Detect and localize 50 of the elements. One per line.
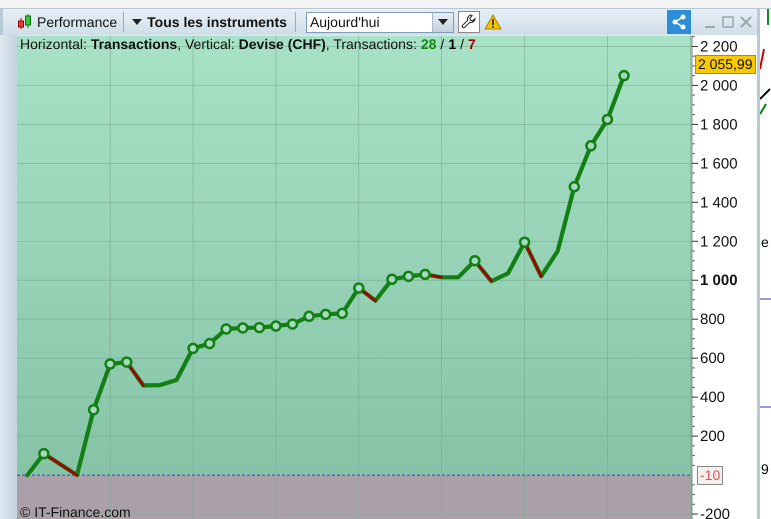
axis-label: 1 400 [700,194,738,212]
point [187,342,199,354]
axis-label: 1 800 [700,116,738,134]
point [270,320,282,332]
point [469,254,481,266]
last-value-tag: 2 055,99 [695,55,756,74]
axis-label: 1 200 [700,233,738,250]
panel-title: Performance [37,14,118,30]
point [568,180,580,192]
period-dropdown[interactable]: Aujourd'hui [306,12,454,32]
point [120,356,132,368]
point [303,310,315,322]
axis-label: 2 000 [700,77,738,94]
transaction-count: 7 [468,36,476,52]
point [518,236,530,248]
legend-separator: / [460,36,464,52]
point [104,358,116,370]
zero-line-tag: -10 [697,466,724,485]
axis-label: 800 [700,311,726,328]
point [336,308,348,320]
window-text: 9 [761,461,769,477]
point [353,282,365,294]
point [320,308,332,320]
axis-label: 200 [700,428,726,446]
point [602,114,614,126]
axis-label: 2 200 [700,38,738,56]
axis-label: 600 [700,350,726,368]
point [419,268,431,280]
point [402,270,414,282]
point [220,323,232,335]
point [204,338,216,350]
point [386,274,398,286]
point [618,70,630,82]
legend-text: Horizontal: Transactions, Vertical: Devise (CHF), Transactions: [20,36,417,52]
point [237,322,249,334]
axis-label: 1 000 [700,272,738,290]
window-text: e [761,234,769,250]
transaction-count: 1 [448,36,456,52]
point [254,322,266,334]
point [38,448,50,460]
axis-label: 1 600 [700,155,738,172]
instrument-filter[interactable]: Tous les instruments [130,14,289,30]
copyright-text: © IT-Finance.com [20,504,131,519]
point [88,404,100,416]
point [286,318,298,330]
axis-label: -200 [700,506,730,519]
legend-separator: / [440,36,444,52]
point [585,140,597,152]
axis-label: 400 [700,389,726,406]
transaction-count: 28 [420,36,436,52]
